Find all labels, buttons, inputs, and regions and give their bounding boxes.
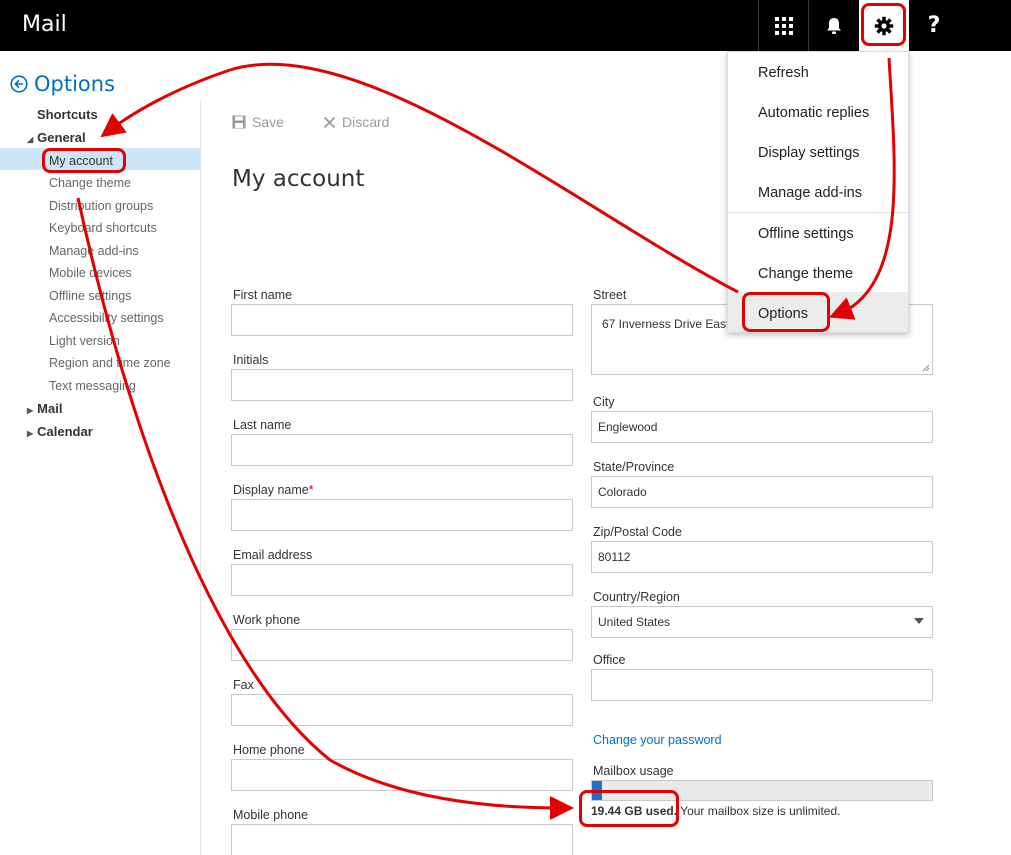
options-title: Options — [34, 72, 116, 96]
office-label: Office — [593, 653, 626, 667]
work-phone-input[interactable] — [231, 629, 573, 661]
close-icon — [323, 116, 336, 128]
save-icon — [232, 115, 246, 129]
state-input[interactable]: Colorado — [591, 476, 933, 508]
back-arrow-icon — [10, 75, 28, 93]
nav-mobile-devices[interactable]: Mobile devices — [49, 266, 132, 280]
collapsed-triangle-icon: ▶ — [27, 429, 34, 438]
display-name-input[interactable] — [231, 499, 573, 531]
office-input[interactable] — [591, 669, 933, 701]
street-label: Street — [593, 288, 627, 302]
last-name-label: Last name — [233, 418, 292, 432]
home-phone-label: Home phone — [233, 743, 305, 757]
home-phone-input[interactable] — [231, 759, 573, 791]
menu-separator — [728, 212, 908, 213]
nav-general[interactable]: ◢ General — [27, 130, 86, 145]
menu-item-change-theme[interactable]: Change theme — [758, 266, 853, 282]
required-marker: * — [308, 483, 314, 497]
notifications-button[interactable] — [809, 0, 859, 51]
menu-item-display-settings[interactable]: Display settings — [758, 145, 860, 161]
nav-divider — [200, 100, 201, 855]
top-bar: Mail ? — [0, 0, 1011, 51]
zip-label: Zip/Postal Code — [593, 525, 682, 539]
app-launcher-button[interactable] — [759, 0, 809, 51]
bell-icon — [827, 17, 841, 34]
last-name-input[interactable] — [231, 434, 573, 466]
city-input[interactable]: Englewood — [591, 411, 933, 443]
fax-label: Fax — [233, 678, 254, 692]
nav-light-version[interactable]: Light version — [49, 334, 120, 348]
discard-label: Discard — [342, 114, 390, 130]
nav-shortcuts[interactable]: Shortcuts — [37, 107, 98, 122]
mailbox-usage-fill — [592, 781, 603, 800]
city-label: City — [593, 395, 615, 409]
app-title[interactable]: Mail — [22, 12, 67, 37]
first-name-label: First name — [233, 288, 293, 302]
menu-item-offline-settings[interactable]: Offline settings — [758, 226, 854, 242]
options-back-link[interactable]: Options — [10, 72, 115, 96]
nav-text-messaging[interactable]: Text messaging — [49, 379, 136, 393]
nav-mail[interactable]: ▶ Mail — [27, 401, 62, 416]
mailbox-used-amount: 19.44 GB used. — [591, 804, 678, 818]
email-input[interactable] — [231, 564, 573, 596]
nav-my-account[interactable]: My account — [49, 154, 113, 168]
collapsed-triangle-icon: ▶ — [27, 406, 34, 415]
mailbox-usage-label: Mailbox usage — [593, 764, 674, 778]
help-icon: ? — [927, 13, 941, 38]
page-title: My account — [232, 166, 365, 193]
save-button[interactable]: Save — [232, 114, 284, 130]
nav-manage-add-ins[interactable]: Manage add-ins — [49, 244, 139, 258]
email-label: Email address — [233, 548, 313, 562]
chevron-down-icon — [914, 618, 924, 624]
nav-calendar[interactable]: ▶ Calendar — [27, 424, 93, 439]
nav-distribution-groups[interactable]: Distribution groups — [49, 199, 153, 213]
display-name-label: Display name* — [233, 483, 314, 497]
country-select[interactable]: United States — [591, 606, 933, 638]
resize-grip-icon[interactable] — [922, 364, 930, 372]
nav-accessibility-settings[interactable]: Accessibility settings — [49, 311, 164, 325]
nav-calendar-label: Calendar — [37, 424, 93, 439]
country-label: Country/Region — [593, 590, 680, 604]
settings-button[interactable] — [859, 0, 909, 51]
country-selected-value: United States — [598, 615, 671, 629]
first-name-input[interactable] — [231, 304, 573, 336]
state-label: State/Province — [593, 460, 675, 474]
menu-hover-highlight — [728, 292, 908, 332]
nav-mail-label: Mail — [37, 401, 63, 416]
mobile-phone-input[interactable] — [231, 824, 573, 855]
initials-input[interactable] — [231, 369, 573, 401]
menu-item-automatic-replies[interactable]: Automatic replies — [758, 105, 869, 121]
nav-offline-settings[interactable]: Offline settings — [49, 289, 131, 303]
help-button[interactable]: ? — [909, 0, 959, 51]
zip-input[interactable]: 80112 — [591, 541, 933, 573]
change-password-link[interactable]: Change your password — [593, 733, 722, 747]
nav-general-label: General — [37, 130, 86, 145]
menu-item-refresh[interactable]: Refresh — [758, 65, 809, 81]
gear-icon — [874, 16, 894, 35]
street-value: 67 Inverness Drive East — [602, 317, 730, 331]
save-label: Save — [252, 114, 284, 130]
arrow-options-to-general — [100, 62, 739, 294]
nav-change-theme[interactable]: Change theme — [49, 176, 131, 190]
mailbox-usage-bar — [591, 780, 933, 801]
mobile-phone-label: Mobile phone — [233, 808, 309, 822]
expanded-triangle-icon: ◢ — [27, 135, 34, 144]
work-phone-label: Work phone — [233, 613, 301, 627]
mailbox-size-note: Your mailbox size is unlimited. — [680, 804, 841, 818]
initials-label: Initials — [233, 353, 269, 367]
menu-item-options[interactable]: Options — [758, 306, 808, 322]
settings-menu: Refresh Automatic replies Display settin… — [727, 51, 909, 333]
app-launcher-icon — [775, 16, 793, 35]
fax-input[interactable] — [231, 694, 573, 726]
nav-keyboard-shortcuts[interactable]: Keyboard shortcuts — [49, 221, 157, 235]
nav-region-time-zone[interactable]: Region and time zone — [49, 356, 171, 370]
display-name-label-text: Display name — [233, 483, 309, 497]
mailbox-usage-text: 19.44 GB used. Your mailbox size is unli… — [591, 804, 840, 818]
discard-button[interactable]: Discard — [323, 114, 389, 130]
menu-item-manage-add-ins[interactable]: Manage add-ins — [758, 185, 862, 201]
